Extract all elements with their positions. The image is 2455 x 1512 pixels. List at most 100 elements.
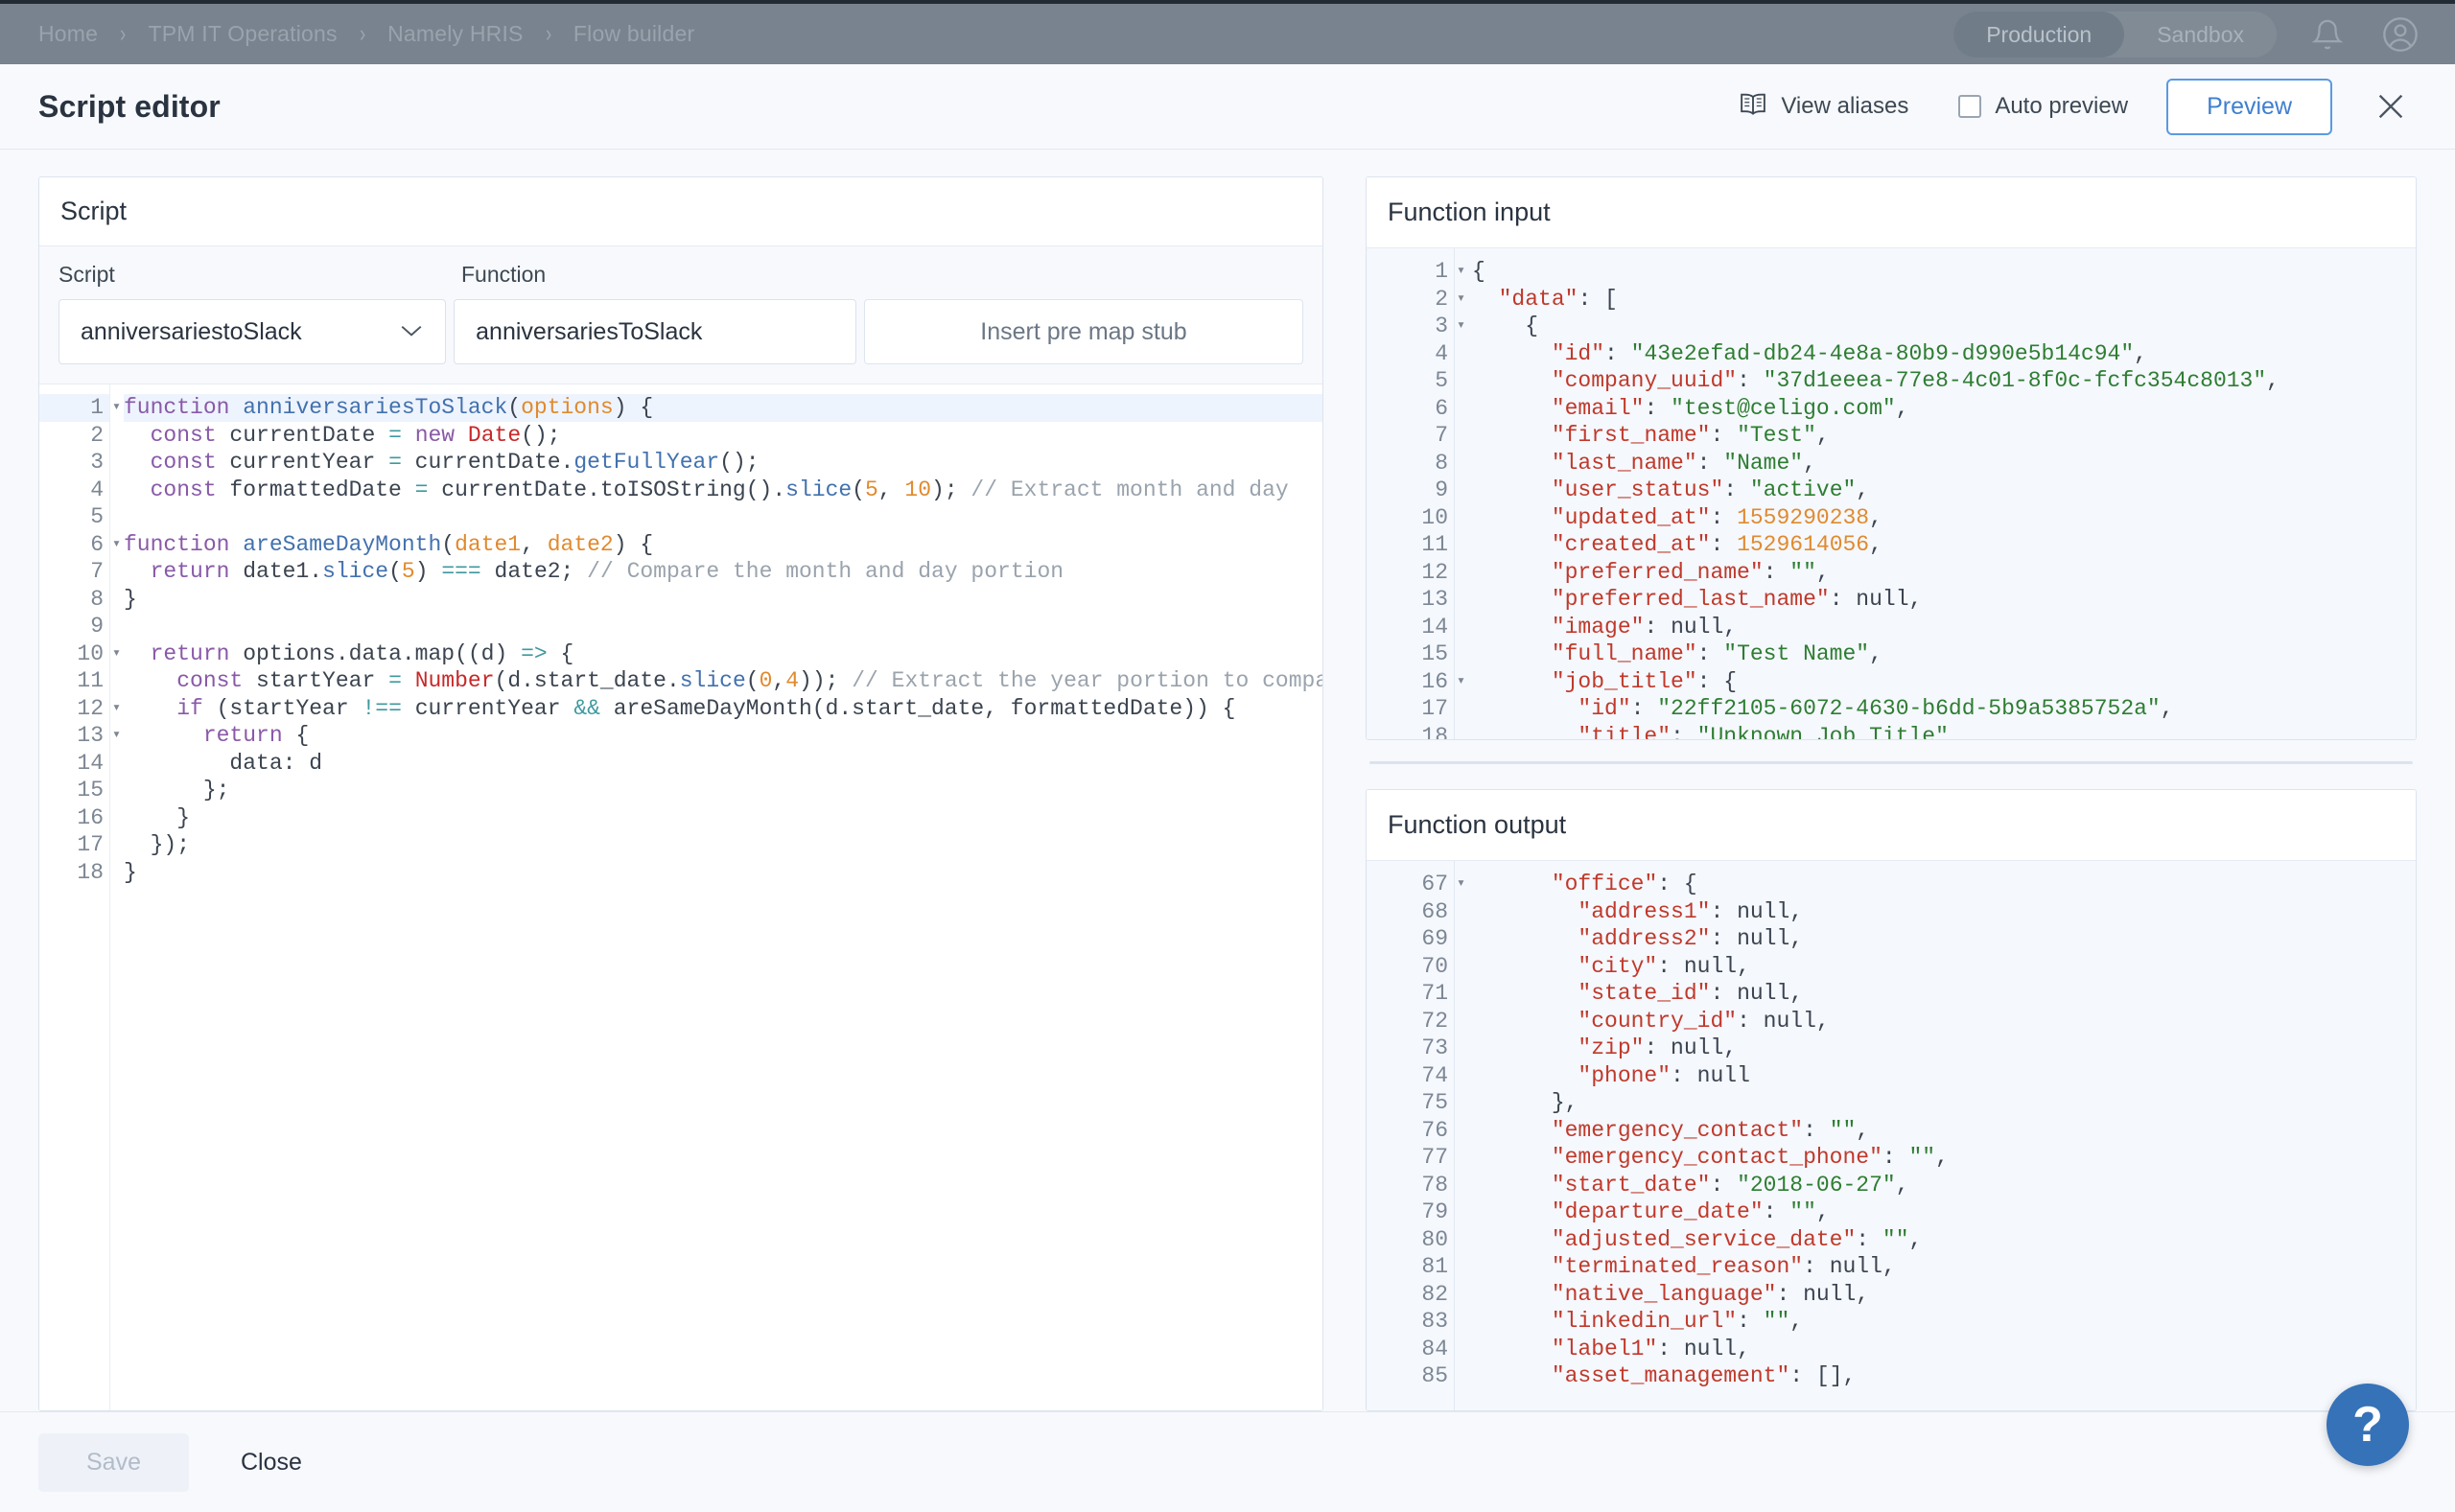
- code-line: "preferred_last_name": null,: [1551, 587, 1923, 612]
- panel-resize-handle[interactable]: [1369, 761, 2413, 764]
- code-line: };: [124, 778, 230, 803]
- io-column: Function input 1 ▾ 2 ▾ 3 ▾ 4 5 6 7 8 9 10 11 12 13 14 15 1…: [1366, 176, 2417, 1411]
- code-line: "country_id": null,: [1578, 1008, 1830, 1034]
- script-panel-title: Script: [39, 177, 1322, 246]
- code-line: "created_at": 1529614056,: [1551, 532, 1882, 557]
- line-number: 67 ▾: [1421, 872, 1465, 896]
- line-number: 12 ▾: [77, 695, 121, 721]
- code-line: "emergency_contact_phone": "",: [1551, 1145, 1949, 1170]
- code-line: });: [124, 832, 191, 857]
- breadcrumb-item[interactable]: Home: [38, 21, 98, 47]
- code-fold-toggle-icon[interactable]: ▾: [1457, 286, 1465, 314]
- view-aliases-button[interactable]: View aliases: [1714, 91, 1933, 123]
- account-icon[interactable]: [2378, 12, 2422, 57]
- line-number: 17: [77, 832, 104, 857]
- editor-body: Script Script Function anniversariestoSl…: [0, 150, 2455, 1411]
- close-button[interactable]: Close: [206, 1433, 337, 1492]
- code-line: "phone": null: [1578, 1062, 1750, 1088]
- line-number: 1 ▾: [1435, 259, 1465, 284]
- code-fold-toggle-icon[interactable]: ▾: [1457, 313, 1465, 340]
- line-number: 13 ▾: [77, 723, 121, 748]
- line-number: 16 ▾: [1421, 668, 1465, 694]
- code-line: "id": "22ff2105-6072-4630-b6dd-5b9a53857…: [1578, 696, 2174, 721]
- line-number: 68: [1421, 898, 1448, 924]
- code-content[interactable]: function anniversariesToSlack(options) {…: [110, 384, 1322, 1410]
- function-input-viewer[interactable]: 1▾2▾3▾45678910111213141516▾171819 { "dat…: [1367, 248, 2416, 739]
- function-input-panel: Function input 1 ▾ 2 ▾ 3 ▾ 4 5 6 7 8 9 10 11 12 13 14 15 1…: [1366, 176, 2417, 740]
- code-line: {: [1472, 259, 1485, 284]
- breadcrumb-item[interactable]: TPM IT Operations: [148, 21, 337, 47]
- breadcrumb-item[interactable]: Flow builder: [573, 21, 694, 47]
- code-line: "email": "test@celigo.com",: [1551, 395, 1909, 421]
- line-number: 9: [90, 614, 104, 639]
- line-number: 11: [1421, 532, 1448, 557]
- code-line: "user_status": "active",: [1551, 477, 1870, 502]
- line-number: 6 ▾: [90, 531, 121, 557]
- line-number: 8: [1435, 450, 1448, 476]
- code-line: "terminated_reason": null,: [1551, 1254, 1896, 1279]
- function-output-viewer[interactable]: 67 ▾ 68 69 70 71 72 73 74 75 76 77 78 79 80 81 82 83 84 85 …: [1367, 861, 2416, 1410]
- line-number: 12: [1421, 559, 1448, 585]
- line-number: 84: [1421, 1336, 1448, 1361]
- env-pill-sandbox[interactable]: Sandbox: [2124, 12, 2277, 58]
- checkbox-icon[interactable]: [1958, 95, 1982, 118]
- code-line: "zip": null,: [1578, 1035, 1738, 1060]
- code-line: "office": {: [1551, 872, 1697, 896]
- line-number: 5: [90, 504, 104, 529]
- code-line: "address2": null,: [1578, 926, 1804, 951]
- breadcrumb-item[interactable]: Namely HRIS: [387, 21, 524, 47]
- code-line: }: [124, 586, 137, 612]
- script-select-label: Script: [58, 262, 115, 287]
- line-number: 85: [1421, 1363, 1448, 1388]
- breadcrumb-separator: ›: [545, 20, 551, 47]
- code-fold-toggle-icon[interactable]: ▾: [1457, 668, 1465, 696]
- line-number: 13: [1421, 587, 1448, 612]
- line-number: 2 ▾: [1435, 286, 1465, 312]
- line-number: 15: [77, 778, 104, 803]
- code-fold-toggle-icon[interactable]: ▾: [112, 394, 121, 422]
- code-fold-toggle-icon[interactable]: ▾: [1457, 871, 1465, 898]
- code-fold-toggle-icon[interactable]: ▾: [1457, 258, 1465, 286]
- code-line: "image": null,: [1551, 614, 1738, 640]
- code-line: "title": "Unknown Job Title": [1578, 723, 1949, 740]
- close-icon[interactable]: [2361, 90, 2420, 123]
- function-input-label: Function: [461, 262, 547, 287]
- script-code-editor[interactable]: 1 ▾ 2 3 4 5 6 ▾ 7 8 9 10 ▾ 11 12 ▾ 13 ▾ 14 15 16 17 18 functio…: [39, 384, 1322, 1410]
- line-number: 75: [1421, 1090, 1448, 1115]
- save-button[interactable]: Save: [38, 1432, 189, 1492]
- top-app-bar: Home › TPM IT Operations › Namely HRIS › Flow …: [0, 0, 2455, 64]
- line-number: 4: [90, 477, 104, 502]
- line-number: 73: [1421, 1035, 1448, 1060]
- code-line: if (startYear !== currentYear && areSame…: [176, 695, 1236, 721]
- line-number: 10: [1421, 504, 1448, 530]
- code-line: const currentDate = new Date();: [150, 422, 561, 448]
- auto-preview-checkbox[interactable]: Auto preview: [1933, 93, 2153, 120]
- help-button[interactable]: ?: [2326, 1384, 2409, 1466]
- code-line: }: [124, 859, 137, 885]
- script-select[interactable]: anniversariestoSlack: [58, 299, 447, 364]
- environment-toggle[interactable]: Production Sandbox: [1953, 11, 2277, 58]
- code-line: "updated_at": 1559290238,: [1551, 504, 1882, 530]
- function-name-input[interactable]: anniversariesToSlack: [454, 299, 856, 364]
- function-output-content[interactable]: "office": { "address1": null, "address2"…: [1455, 861, 2416, 1410]
- insert-pre-map-stub-button[interactable]: Insert pre map stub: [863, 299, 1303, 364]
- function-input-content[interactable]: { "data": [ { "id": "43e2efad-db24-4e8a-…: [1455, 248, 2416, 739]
- code-fold-toggle-icon[interactable]: ▾: [112, 695, 121, 723]
- function-output-line-numbers: 67 ▾ 68 69 70 71 72 73 74 75 76 77 78 79 80 81 82 83 84 85: [1367, 861, 1465, 1410]
- env-pill-production[interactable]: Production: [1953, 11, 2125, 58]
- bell-icon[interactable]: [2305, 12, 2350, 57]
- code-line: "full_name": "Test Name",: [1551, 641, 1882, 666]
- code-fold-toggle-icon[interactable]: ▾: [112, 640, 121, 668]
- breadcrumb-separator: ›: [359, 20, 366, 47]
- line-number: 7: [1435, 423, 1448, 448]
- code-line: const formattedDate = currentDate.toISOS…: [150, 477, 1289, 502]
- code-line: const startYear = Number(d.start_date.sl…: [176, 668, 1322, 693]
- line-number: 16: [77, 804, 104, 830]
- code-line: "id": "43e2efad-db24-4e8a-80b9-d990e5b14…: [1551, 340, 2147, 366]
- code-fold-toggle-icon[interactable]: ▾: [112, 531, 121, 559]
- line-number: 72: [1421, 1008, 1448, 1034]
- code-fold-toggle-icon[interactable]: ▾: [112, 722, 121, 750]
- line-number: 3 ▾: [1435, 314, 1465, 338]
- preview-button[interactable]: Preview: [2166, 78, 2332, 135]
